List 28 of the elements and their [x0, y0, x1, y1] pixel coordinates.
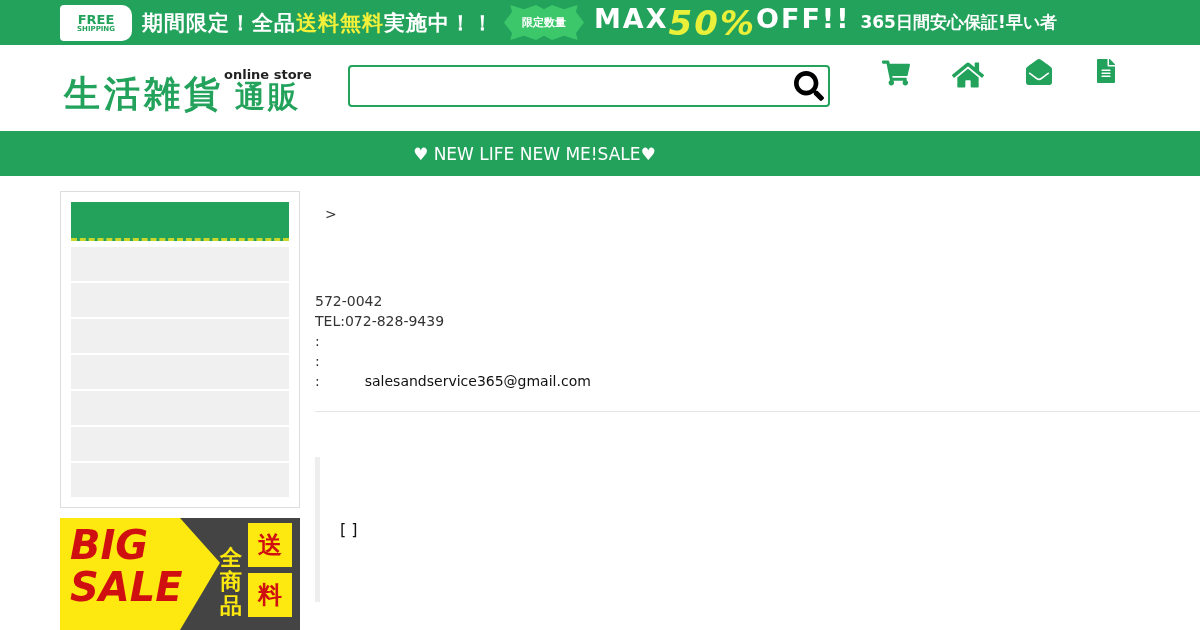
breadcrumb: > [325, 206, 337, 222]
free-shipping-tile: 送 [248, 523, 292, 567]
promo-text: 送料無料 [296, 9, 384, 37]
sale-headline: SALE [70, 566, 184, 608]
cart-icon[interactable] [881, 59, 910, 87]
search-icon[interactable] [793, 71, 824, 101]
offer-text: MAX [594, 2, 669, 36]
email-link[interactable]: salesandservice365@gmail.com [364, 371, 591, 391]
guarantee-text: 365日間安心保証!早い者 [860, 11, 1057, 34]
quote-text: [ ] [340, 520, 358, 539]
promo-text: 期間限定！全品 [142, 9, 296, 37]
envelope-icon[interactable] [1025, 59, 1052, 85]
info-line: : [315, 352, 320, 371]
info-line: TEL:072-828-9439 [315, 312, 445, 331]
sale-slogan: ♥ NEW LIFE NEW ME!SALE♥ [413, 143, 656, 164]
limited-badge: 限定数量 [504, 5, 584, 40]
info-line: 572-0042 [315, 292, 383, 311]
logo-tagline: online store [224, 67, 312, 82]
offer-text: 50% [668, 2, 756, 43]
logo-subtext: 通販 [234, 82, 301, 112]
offer-text: OFF!! [756, 2, 851, 36]
all-items-text: 全商品 [220, 546, 242, 621]
sale-headline: BIG [70, 524, 150, 566]
info-line: : [315, 372, 320, 391]
promo-text: 実施中！！ [384, 9, 494, 37]
free-shipping-tile: 料 [248, 573, 292, 617]
info-line: : [315, 332, 320, 351]
search-field[interactable] [347, 65, 830, 107]
